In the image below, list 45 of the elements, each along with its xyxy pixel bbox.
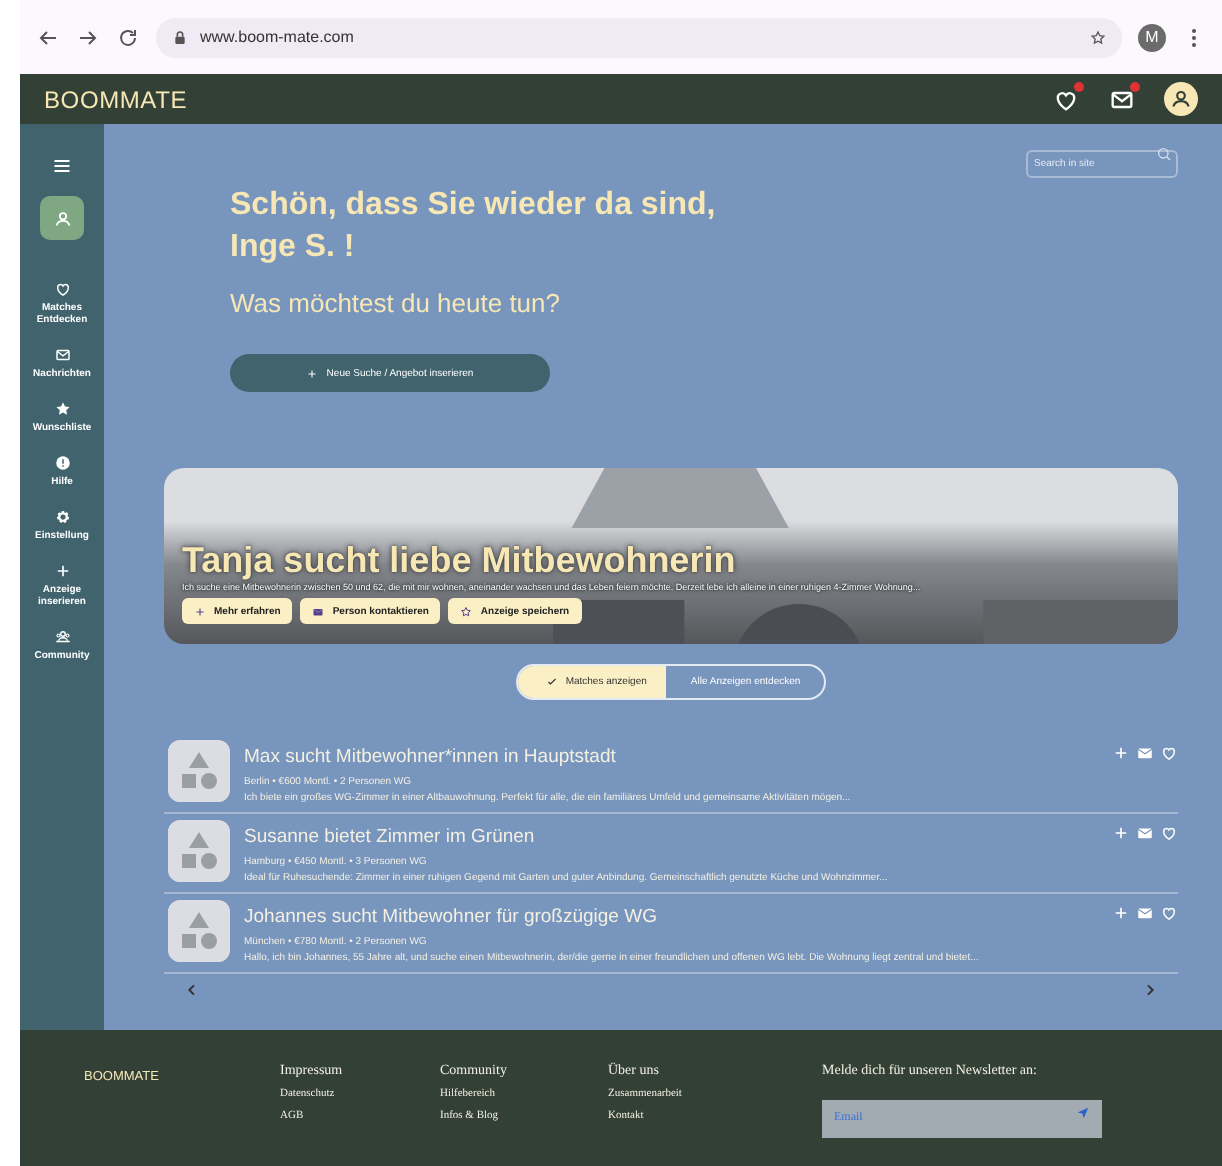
back-icon[interactable] xyxy=(36,25,60,49)
heart-icon[interactable] xyxy=(1160,744,1178,762)
placeholder-image-icon xyxy=(168,820,230,882)
mail-icon xyxy=(53,346,71,364)
profile-avatar[interactable]: M xyxy=(1138,23,1166,51)
url-text: www.boom-mate.com xyxy=(200,28,356,46)
placeholder-image-icon xyxy=(168,900,230,962)
reload-icon[interactable] xyxy=(116,25,140,49)
plus-icon[interactable] xyxy=(1112,824,1130,842)
next-icon[interactable] xyxy=(1142,982,1158,998)
account-icon[interactable] xyxy=(1164,82,1198,116)
bookmark-star-icon[interactable] xyxy=(1090,29,1106,45)
forward-icon[interactable] xyxy=(76,25,100,49)
mail-icon[interactable] xyxy=(1136,824,1154,842)
plus-icon xyxy=(194,605,206,617)
mail-icon[interactable] xyxy=(1136,904,1154,922)
search-icon[interactable] xyxy=(1156,146,1172,162)
previous-icon[interactable] xyxy=(184,982,200,998)
greeting-heading: Schön, dass Sie wieder da sind, Inge S. ! xyxy=(230,186,718,268)
heart-icon[interactable] xyxy=(1160,824,1178,842)
heart-icon[interactable] xyxy=(1160,904,1178,922)
menu-icon[interactable] xyxy=(52,156,72,176)
placeholder-image-icon xyxy=(168,740,230,802)
heart-icon xyxy=(53,280,71,298)
person-icon xyxy=(51,207,73,229)
plus-icon xyxy=(53,562,71,580)
messages-icon[interactable] xyxy=(1108,85,1136,113)
check-icon xyxy=(545,676,558,688)
featured-title: Tanja sucht liebe Mitbewohnerin xyxy=(182,540,738,580)
profile-button[interactable] xyxy=(40,196,84,240)
send-icon[interactable] xyxy=(1076,1106,1090,1120)
plus-icon[interactable] xyxy=(1112,904,1130,922)
plus-icon[interactable] xyxy=(1112,744,1130,762)
star-icon xyxy=(460,605,473,617)
mail-icon[interactable] xyxy=(1136,744,1154,762)
plus-icon xyxy=(306,367,319,379)
lock-icon xyxy=(172,29,188,45)
mail-icon xyxy=(312,605,325,617)
star-icon xyxy=(53,400,71,418)
info-icon xyxy=(53,454,71,472)
people-icon xyxy=(53,628,71,646)
address-bar[interactable]: www.boom-mate.com xyxy=(156,17,1122,57)
favorites-icon[interactable] xyxy=(1052,85,1080,113)
greeting-subtitle: Was möchtest du heute tun? xyxy=(230,288,563,318)
gear-icon xyxy=(53,508,71,526)
